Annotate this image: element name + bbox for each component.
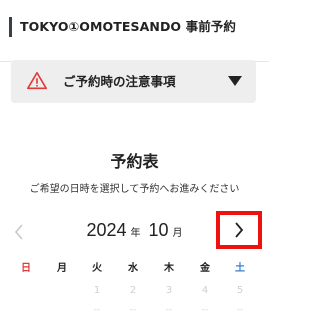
booking-notice-accordion[interactable]: ご予約時の注意事項	[11, 60, 256, 103]
weekday-tue: 火	[92, 263, 102, 274]
weekday-sun: 日	[21, 263, 31, 274]
schedule-subtitle: ご希望の日時を選択して予約へお進みください	[29, 184, 240, 195]
day-availability: --	[93, 305, 101, 315]
month-unit: 月	[172, 228, 183, 239]
weekday-mon: 月	[57, 263, 67, 274]
calendar-day: 5	[236, 285, 244, 296]
weekday-wed: 水	[128, 263, 138, 274]
weekday-sat: 土	[235, 263, 245, 274]
day-availability: --	[201, 305, 209, 315]
weekday-thu: 木	[164, 263, 174, 274]
month-value: 10	[148, 220, 169, 240]
calendar-day: 2	[129, 285, 137, 296]
day-availability: --	[129, 305, 137, 315]
calendar-day: 3	[165, 285, 173, 296]
page-title: TOKYO①OMOTESANDO 事前予約	[20, 19, 237, 34]
previous-month-button[interactable]	[10, 220, 28, 244]
calendar-day: 1	[93, 285, 101, 296]
notice-label: ご予約時の注意事項	[63, 74, 176, 89]
year-value: 2024	[86, 220, 127, 240]
calendar-day: 4	[201, 285, 209, 296]
day-availability: --	[165, 305, 173, 315]
year-unit: 年	[130, 228, 141, 239]
day-availability: --	[236, 305, 244, 315]
weekday-fri: 金	[200, 263, 210, 274]
next-month-button[interactable]	[216, 211, 262, 249]
chevron-left-icon	[14, 224, 23, 240]
warning-icon	[27, 71, 47, 90]
caret-down-icon	[228, 76, 242, 86]
schedule-title: 予約表	[110, 152, 159, 171]
chevron-right-icon	[235, 222, 244, 238]
header-accent-bar	[9, 17, 12, 37]
page-header: TOKYO①OMOTESANDO 事前予約	[0, 0, 269, 62]
